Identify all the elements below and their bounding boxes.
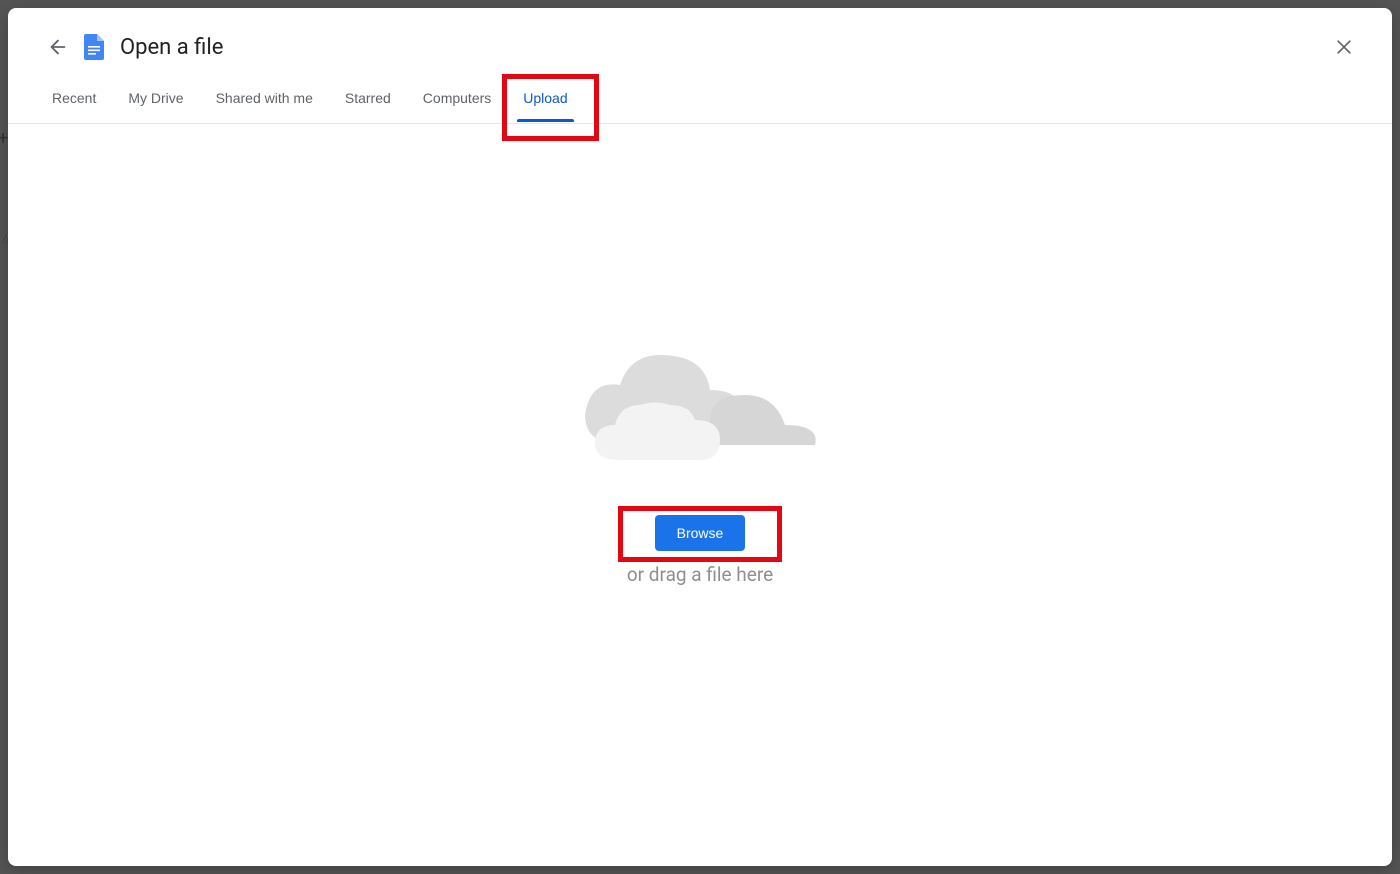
back-button[interactable] bbox=[44, 33, 72, 61]
cloud-illustration bbox=[570, 325, 830, 475]
tab-starred[interactable]: Starred bbox=[329, 74, 407, 122]
tab-upload[interactable]: Upload bbox=[507, 74, 583, 122]
background-plus-glyph: + bbox=[0, 128, 8, 149]
arrow-left-icon bbox=[47, 36, 69, 58]
close-button[interactable] bbox=[1324, 27, 1364, 67]
dialog-title: Open a file bbox=[120, 35, 223, 60]
picker-tabs: Recent My Drive Shared with me Starred C… bbox=[8, 72, 1392, 124]
close-icon bbox=[1334, 37, 1354, 57]
tab-computers[interactable]: Computers bbox=[407, 74, 507, 122]
google-docs-icon bbox=[82, 35, 106, 59]
tab-shared-with-me[interactable]: Shared with me bbox=[200, 74, 329, 122]
browse-wrap: Browse or drag a file here bbox=[627, 515, 773, 586]
tab-recent[interactable]: Recent bbox=[36, 74, 112, 122]
dialog-header: Open a file bbox=[8, 8, 1392, 72]
browse-button[interactable]: Browse bbox=[655, 515, 746, 551]
open-file-dialog: Open a file Recent My Drive Shared with … bbox=[8, 8, 1392, 866]
drag-file-text: or drag a file here bbox=[627, 563, 773, 586]
tab-my-drive[interactable]: My Drive bbox=[112, 74, 199, 122]
upload-panel: Browse or drag a file here bbox=[8, 124, 1392, 866]
